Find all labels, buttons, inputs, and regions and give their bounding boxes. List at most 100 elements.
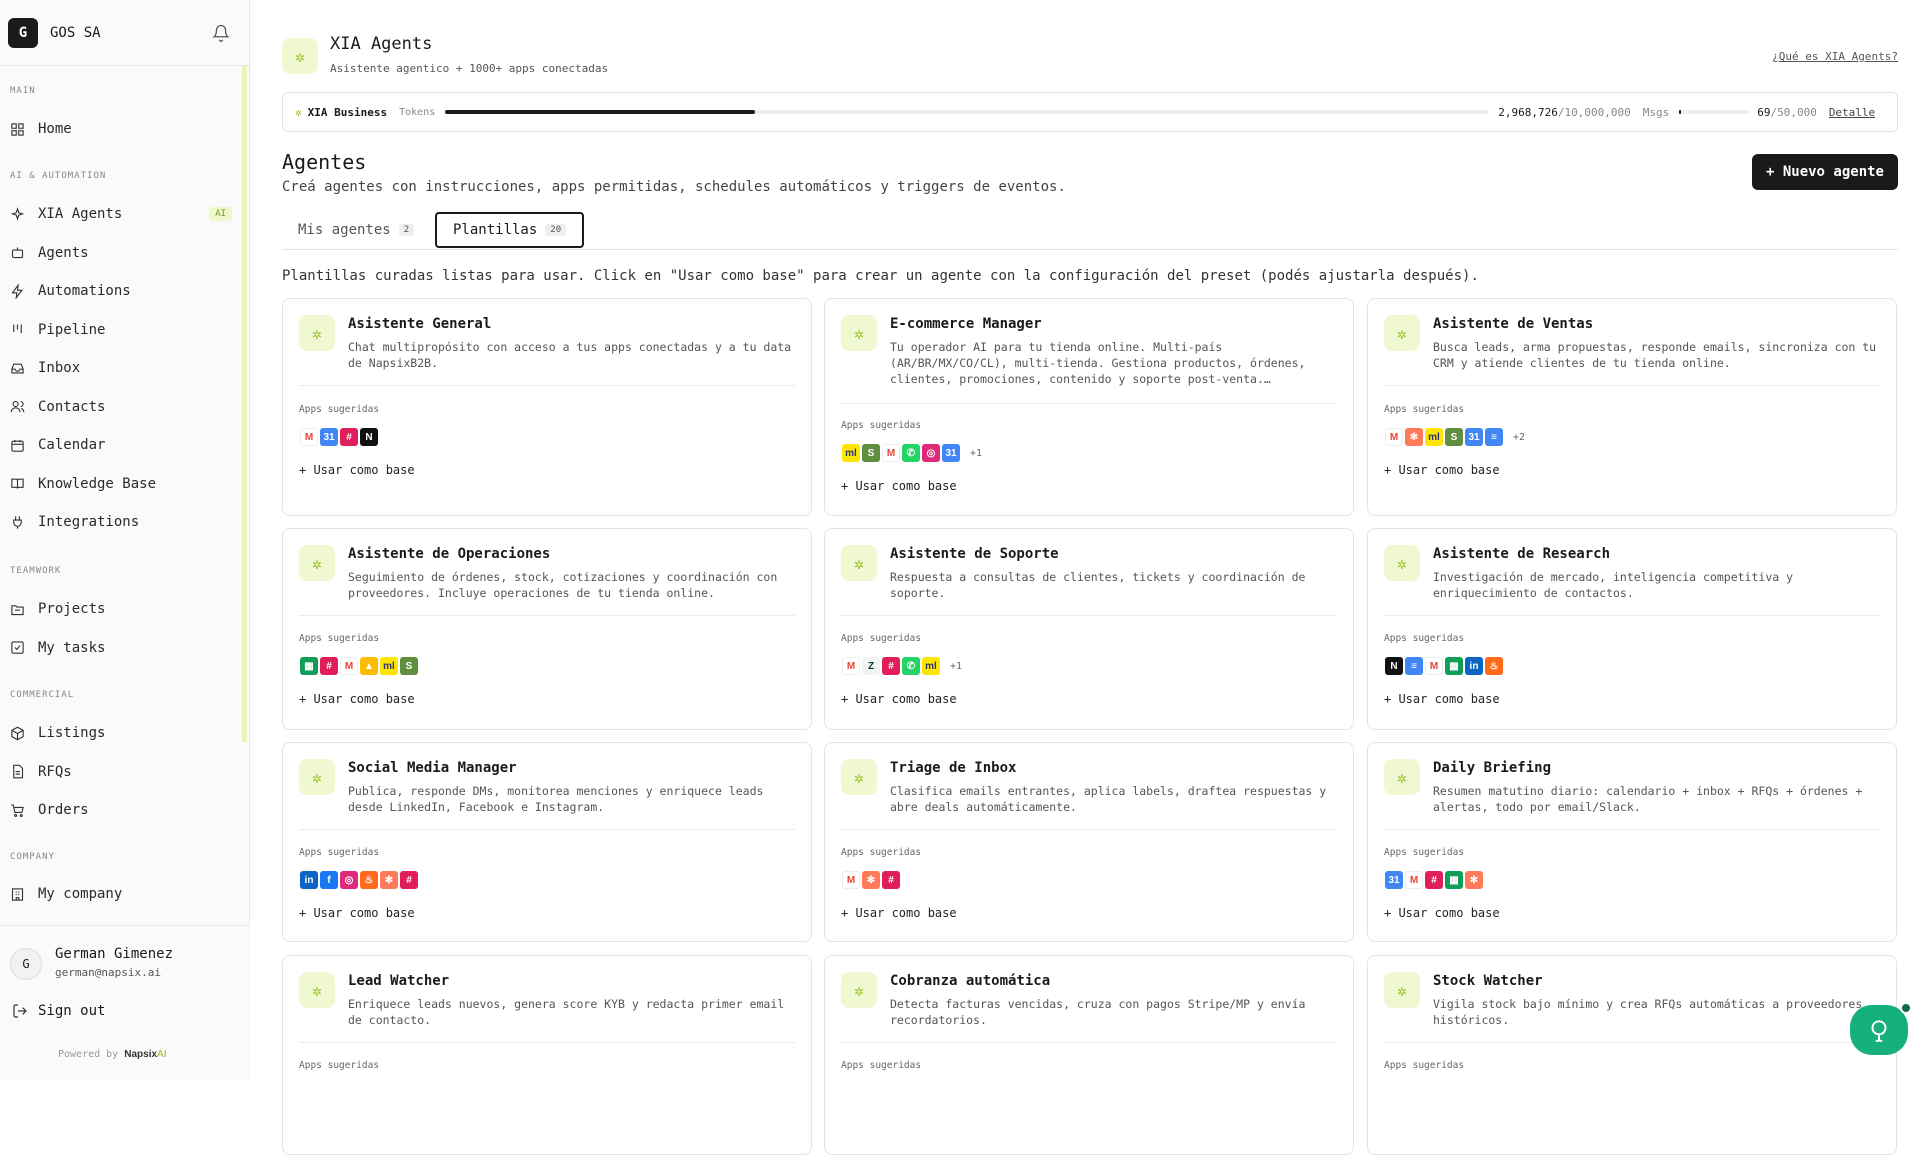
msgs-label: Msgs bbox=[1642, 105, 1670, 119]
sidebar-item-my-tasks[interactable]: My tasks bbox=[10, 632, 232, 664]
notification-dot bbox=[1900, 1002, 1912, 1014]
apps-label: Apps sugeridas bbox=[299, 1060, 380, 1071]
shopify-icon: S bbox=[862, 444, 880, 462]
what-is-xia-link[interactable]: ¿Qué es XIA Agents? bbox=[1772, 50, 1898, 63]
sidebar-item-rfqs[interactable]: RFQs bbox=[10, 756, 232, 788]
page-header-subtitle: Asistente agentico + 1000+ apps conectad… bbox=[330, 62, 609, 75]
inbox-icon bbox=[11, 363, 24, 373]
lightbulb-icon bbox=[1871, 1020, 1887, 1042]
template-description: Busca leads, arma propuestas, responde e… bbox=[1433, 340, 1877, 370]
whatsapp-icon: ✆ bbox=[902, 444, 920, 462]
use-as-base-button[interactable]: + Usar como base bbox=[1384, 692, 1500, 706]
apps-label: Apps sugeridas bbox=[841, 420, 922, 431]
sparkle-icon: ✲ bbox=[1384, 315, 1420, 351]
sparkle-icon: ✲ bbox=[841, 759, 877, 795]
suggested-apps: M ✻ ml S 31 ≡ +2 bbox=[1385, 427, 1525, 447]
gsheets-icon: ▦ bbox=[1445, 657, 1463, 675]
checkbox-icon bbox=[11, 641, 24, 654]
template-description: Seguimiento de órdenes, stock, cotizacio… bbox=[348, 570, 778, 600]
slack-icon: # bbox=[320, 657, 338, 675]
template-title: Asistente General bbox=[348, 316, 492, 332]
sidebar-item-label: Automations bbox=[38, 283, 131, 299]
sidebar-item-xia-agents[interactable]: XIA Agents AI bbox=[10, 198, 232, 230]
gmail-icon: M bbox=[882, 444, 900, 462]
gmail-icon: M bbox=[300, 428, 318, 446]
shopify-icon: S bbox=[400, 657, 418, 675]
sparkle-icon bbox=[10, 206, 25, 221]
workspace-switcher[interactable]: G GOS SA bbox=[0, 0, 250, 66]
workspace-avatar: G bbox=[8, 17, 38, 48]
sidebar-item-projects[interactable]: Projects bbox=[10, 593, 232, 625]
sidebar-item-contacts[interactable]: Contacts bbox=[10, 391, 232, 423]
template-description: Investigación de mercado, inteligencia c… bbox=[1433, 570, 1794, 600]
divider bbox=[1384, 1042, 1880, 1043]
msgs-progress bbox=[1679, 110, 1750, 114]
sidebar-item-agents[interactable]: Agents bbox=[10, 237, 232, 269]
sidebar-item-knowledge-base[interactable]: Knowledge Base bbox=[10, 468, 232, 500]
sidebar-item-pipeline[interactable]: Pipeline bbox=[10, 314, 232, 346]
shopify-icon: S bbox=[1445, 428, 1463, 446]
gdocs-icon: ≡ bbox=[1405, 657, 1423, 675]
sparkle-icon: ✲ bbox=[1384, 972, 1420, 1008]
apps-label: Apps sugeridas bbox=[1384, 847, 1465, 858]
use-as-base-button[interactable]: + Usar como base bbox=[841, 692, 957, 706]
user-name: German Gimenez bbox=[55, 946, 174, 962]
template-card: ✲ Asistente de Ventas Busca leads, arma pr… bbox=[1367, 298, 1897, 516]
template-title: Lead Watcher bbox=[348, 973, 450, 989]
tab-mis-agentes[interactable]: Mis agentes 2 bbox=[282, 212, 430, 248]
main-content: ✲ XIA Agents Asistente agentico + 1000+ … bbox=[250, 0, 1920, 1155]
suggested-apps: M ✻ # bbox=[842, 870, 902, 890]
help-button[interactable] bbox=[1850, 1005, 1908, 1055]
use-as-base-button[interactable]: + Usar como base bbox=[299, 463, 415, 477]
divider bbox=[1384, 829, 1880, 830]
sidebar-scroll-track[interactable] bbox=[242, 66, 247, 742]
use-as-base-button[interactable]: + Usar como base bbox=[1384, 463, 1500, 477]
sparkle-icon: ✲ bbox=[299, 315, 335, 351]
suggested-apps: M 31 # N bbox=[300, 427, 380, 447]
whatsapp-icon: ✆ bbox=[902, 657, 920, 675]
detail-link[interactable]: Detalle bbox=[1829, 106, 1875, 119]
divider bbox=[299, 829, 795, 830]
sidebar-item-inbox[interactable]: Inbox bbox=[10, 352, 232, 384]
building-icon bbox=[11, 887, 24, 901]
gmail-icon: M bbox=[842, 657, 860, 675]
gmail-icon: M bbox=[1405, 871, 1423, 889]
sidebar-item-home[interactable]: Home bbox=[10, 113, 232, 145]
sidebar-item-label: My company bbox=[38, 886, 123, 902]
use-as-base-button[interactable]: + Usar como base bbox=[299, 692, 415, 706]
new-agent-button[interactable]: + Nuevo agente bbox=[1751, 154, 1898, 190]
tab-plantillas[interactable]: Plantillas 20 bbox=[435, 212, 585, 248]
tab-label: Plantillas bbox=[453, 222, 538, 238]
sign-out-button[interactable]: Sign out bbox=[12, 1003, 105, 1019]
nav-section-title: TEAMWORK bbox=[10, 566, 62, 576]
gmail-icon: M bbox=[1385, 428, 1403, 446]
gdocs-icon: ≡ bbox=[1485, 428, 1503, 446]
instagram-icon: ◎ bbox=[340, 871, 358, 889]
sidebar-item-label: My tasks bbox=[38, 639, 106, 656]
slack-icon: # bbox=[882, 871, 900, 889]
section-subtitle: Creá agentes con instrucciones, apps per… bbox=[282, 179, 1066, 195]
sidebar-item-label: Knowledge Base bbox=[38, 475, 157, 492]
suggested-apps: ml S M ✆ ◎ 31 +1 bbox=[842, 443, 982, 463]
sparkle-icon: ✲ bbox=[299, 545, 335, 581]
sidebar-item-orders[interactable]: Orders bbox=[10, 794, 232, 826]
mercadolibre-icon: ml bbox=[1425, 428, 1443, 446]
bell-icon[interactable] bbox=[212, 24, 230, 42]
firecrawl-icon: ♨ bbox=[1485, 657, 1503, 675]
sidebar-item-my-company[interactable]: My company bbox=[10, 878, 232, 910]
use-as-base-button[interactable]: + Usar como base bbox=[1384, 906, 1500, 920]
calendar-icon bbox=[11, 439, 24, 452]
use-as-base-button[interactable]: + Usar como base bbox=[841, 906, 957, 920]
sidebar-item-automations[interactable]: Automations bbox=[10, 275, 232, 307]
notion-icon: N bbox=[1385, 657, 1403, 675]
template-card: ✲ Asistente de Research Investigación de m… bbox=[1367, 528, 1897, 730]
use-as-base-button[interactable]: + Usar como base bbox=[299, 906, 415, 920]
use-as-base-button[interactable]: + Usar como base bbox=[841, 479, 957, 493]
tabs: Mis agentes 2 Plantillas 20 bbox=[282, 210, 1898, 250]
sidebar-item-integrations[interactable]: Integrations bbox=[10, 506, 232, 538]
sidebar-item-listings[interactable]: Listings bbox=[10, 717, 232, 749]
template-title: Triage de Inbox bbox=[890, 760, 1017, 776]
user-email: german@napsix.ai bbox=[55, 966, 161, 979]
users-icon bbox=[10, 400, 25, 413]
sidebar-item-calendar[interactable]: Calendar bbox=[10, 429, 232, 461]
